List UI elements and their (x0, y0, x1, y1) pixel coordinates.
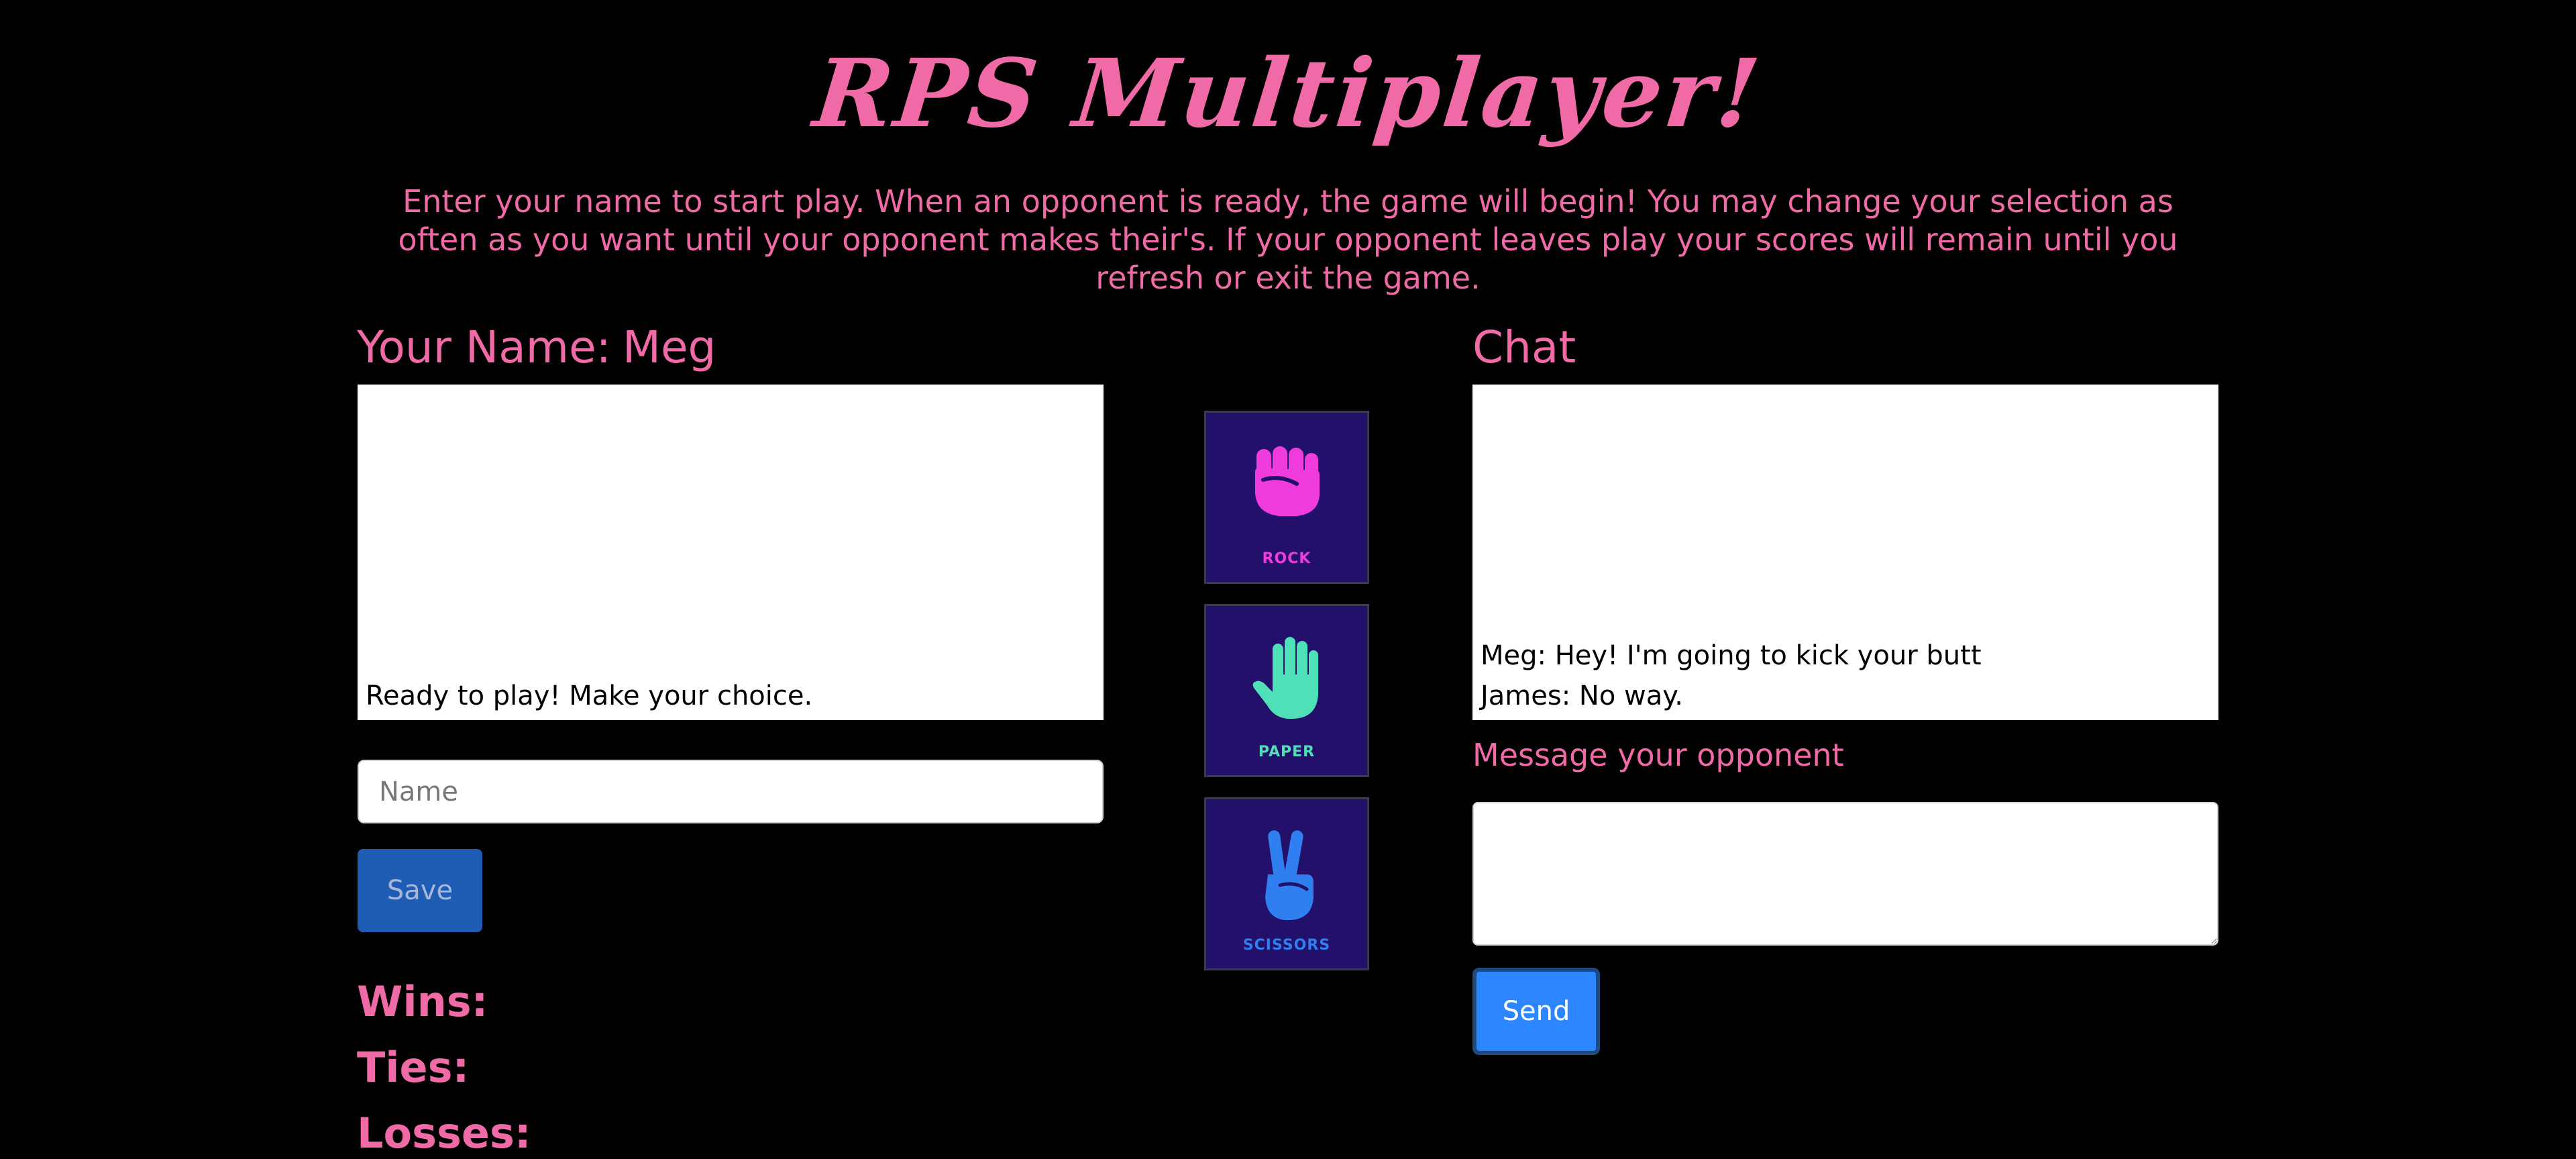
page-title: RPS Multiplayer! (809, 39, 1767, 149)
scissors-choice-button[interactable]: SCISSORS (1204, 797, 1369, 970)
chat-message: James: No way. (1481, 681, 1683, 711)
your-name-label: Your Name: (357, 321, 611, 373)
instructions-text: Enter your name to start play. When an o… (398, 183, 2178, 296)
chat-heading: Chat (1472, 321, 1576, 373)
fist-icon (1255, 446, 1320, 516)
save-button[interactable]: Save (358, 849, 482, 932)
name-input[interactable] (358, 760, 1104, 823)
hand-icon (1252, 637, 1318, 719)
paper-choice-button[interactable]: PAPER (1204, 604, 1369, 777)
game-status-panel: Ready to play! Make your choice. (358, 385, 1104, 720)
chat-log: Meg: Hey! I'm going to kick your butt Ja… (1472, 385, 2218, 720)
scissors-label: SCISSORS (1242, 937, 1331, 954)
chat-message: Meg: Hey! I'm going to kick your butt (1481, 640, 1982, 671)
player-name-value: Meg (623, 321, 716, 373)
paper-label: PAPER (1258, 744, 1316, 760)
wins-label: Wins: (357, 977, 488, 1026)
peace-hand-icon (1265, 830, 1313, 920)
ties-label: Ties: (357, 1043, 470, 1092)
rock-choice-button[interactable]: ROCK (1204, 411, 1369, 584)
message-label: Message your opponent (1472, 737, 1844, 773)
send-button[interactable]: Send (1472, 968, 1600, 1055)
losses-label: Losses: (357, 1109, 531, 1158)
status-message: Ready to play! Make your choice. (366, 681, 813, 711)
message-input[interactable] (1472, 802, 2218, 946)
rock-label: ROCK (1262, 550, 1311, 567)
